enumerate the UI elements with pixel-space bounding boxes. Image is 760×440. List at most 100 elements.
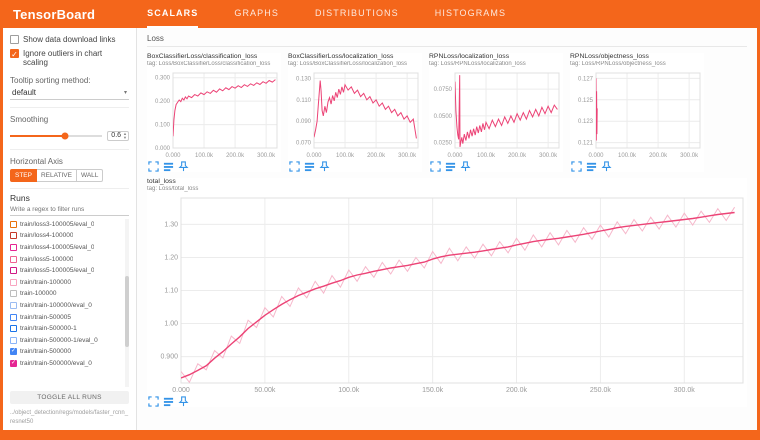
runs-scrollbar-thumb[interactable] bbox=[125, 276, 129, 347]
tooltip-sorting-label: Tooltip sorting method: bbox=[10, 76, 129, 85]
run-row[interactable]: ✓train/train-500000/eval_0 bbox=[10, 358, 123, 370]
run-checkbox-icon[interactable] bbox=[10, 314, 17, 321]
axis-relative-button[interactable]: RELATIVE bbox=[37, 169, 77, 182]
run-row[interactable]: train/loss3-100005/eval_0 bbox=[10, 219, 123, 231]
run-label: train/train-100000 bbox=[20, 279, 71, 286]
ignore-outliers-label: Ignore outliers in chart scaling bbox=[23, 49, 129, 67]
tab-histograms[interactable]: HISTOGRAMS bbox=[435, 0, 506, 28]
chart-runs-menu-icon[interactable] bbox=[445, 161, 456, 172]
run-checkbox-icon[interactable] bbox=[10, 290, 17, 297]
checkbox-unchecked-icon[interactable] bbox=[10, 35, 19, 44]
axis-step-button[interactable]: STEP bbox=[10, 169, 37, 182]
svg-text:0.125: 0.125 bbox=[578, 98, 594, 104]
run-label: train/loss5-100005/eval_0 bbox=[20, 267, 94, 274]
tab-graphs[interactable]: GRAPHS bbox=[234, 0, 279, 28]
smoothing-value: 0.6 bbox=[111, 132, 121, 139]
svg-text:0.070: 0.070 bbox=[296, 141, 312, 147]
chart-plot[interactable]: 0.0700.0900.1100.1300.000100.0k200.0k300… bbox=[288, 69, 422, 159]
run-row[interactable]: train-100000 bbox=[10, 288, 123, 300]
loss-section-header[interactable]: Loss bbox=[147, 32, 747, 47]
run-checkbox-icon[interactable] bbox=[10, 337, 17, 344]
runs-scrollbar[interactable] bbox=[125, 219, 129, 388]
run-row[interactable]: train/train-500000-1/eval_0 bbox=[10, 335, 123, 347]
run-row[interactable]: train/loss5-100005/eval_0 bbox=[10, 265, 123, 277]
svg-text:0.100: 0.100 bbox=[155, 123, 171, 129]
chart-runs-menu-icon[interactable] bbox=[163, 161, 174, 172]
run-label: train/train-500005 bbox=[20, 314, 71, 321]
run-row[interactable]: train/loss4-100005/eval_0 bbox=[10, 242, 123, 254]
run-label: train/loss3-100005/eval_0 bbox=[20, 221, 94, 228]
run-row[interactable]: train/train-100000/eval_0 bbox=[10, 300, 123, 312]
run-checkbox-icon[interactable] bbox=[10, 232, 17, 239]
expand-chart-icon[interactable] bbox=[148, 161, 159, 172]
smoothing-value-box[interactable]: 0.6 ▲ ▼ bbox=[107, 131, 129, 141]
chart-tag: tag: Loss/RPNLoss/objectness_loss bbox=[570, 61, 704, 67]
run-checkbox-icon[interactable] bbox=[10, 325, 17, 332]
checkbox-checked-icon[interactable]: ✓ bbox=[10, 49, 19, 58]
tooltip-sorting-select[interactable]: default ▾ bbox=[10, 87, 129, 100]
expand-chart-icon[interactable] bbox=[289, 161, 300, 172]
run-checkbox-icon[interactable] bbox=[10, 221, 17, 228]
svg-text:150.0k: 150.0k bbox=[422, 387, 444, 394]
run-checkbox-icon[interactable] bbox=[10, 267, 17, 274]
chart-toolbar bbox=[288, 159, 422, 172]
ignore-outliers-checkbox-row[interactable]: ✓ Ignore outliers in chart scaling bbox=[10, 49, 129, 67]
chart-plot[interactable]: 0.02500.05000.07500.000100.0k200.0k300.0… bbox=[429, 69, 563, 159]
chart-tag: tag: Loss/BoxClassifierLoss/classificati… bbox=[147, 61, 281, 67]
run-row[interactable]: train/train-500000-1 bbox=[10, 323, 123, 335]
run-checkbox-icon[interactable]: ✓ bbox=[10, 360, 17, 367]
svg-text:200.0k: 200.0k bbox=[508, 153, 527, 159]
tab-distributions[interactable]: DISTRIBUTIONS bbox=[315, 0, 399, 28]
run-checkbox-icon[interactable] bbox=[10, 256, 17, 263]
run-label: train/train-500000-1/eval_0 bbox=[20, 337, 98, 344]
svg-text:0.090: 0.090 bbox=[296, 119, 312, 125]
pin-chart-icon[interactable] bbox=[178, 161, 189, 172]
tab-scalars[interactable]: SCALARS bbox=[147, 0, 198, 28]
svg-text:100.0k: 100.0k bbox=[336, 153, 355, 159]
spinner-down-icon[interactable]: ▼ bbox=[123, 136, 127, 140]
chart-runs-menu-icon[interactable] bbox=[586, 161, 597, 172]
show-download-links-checkbox-row[interactable]: Show data download links bbox=[10, 35, 129, 44]
run-checkbox-icon[interactable] bbox=[10, 302, 17, 309]
run-row[interactable]: ✓train/train-500000 bbox=[10, 346, 123, 358]
smoothing-slider-thumb[interactable] bbox=[62, 132, 69, 139]
svg-text:0.200: 0.200 bbox=[155, 99, 171, 105]
pin-chart-icon[interactable] bbox=[178, 396, 189, 407]
chart-runs-menu-icon[interactable] bbox=[163, 396, 174, 407]
svg-text:300.0k: 300.0k bbox=[680, 153, 699, 159]
svg-text:1.10: 1.10 bbox=[164, 288, 178, 295]
svg-text:0.000: 0.000 bbox=[306, 153, 322, 159]
pin-chart-icon[interactable] bbox=[601, 161, 612, 172]
run-label: train/train-500000-1 bbox=[20, 325, 77, 332]
run-row[interactable]: train/loss5-100000 bbox=[10, 253, 123, 265]
chart-title: total_loss bbox=[147, 178, 747, 185]
run-checkbox-icon[interactable] bbox=[10, 279, 17, 286]
chart-runs-menu-icon[interactable] bbox=[304, 161, 315, 172]
expand-chart-icon[interactable] bbox=[430, 161, 441, 172]
expand-chart-icon[interactable] bbox=[148, 396, 159, 407]
svg-text:1.30: 1.30 bbox=[164, 221, 178, 228]
svg-text:0.300: 0.300 bbox=[155, 76, 171, 82]
chart-tag: tag: Loss/total_loss bbox=[147, 186, 747, 192]
run-row[interactable]: train/train-500005 bbox=[10, 311, 123, 323]
run-label: train/loss5-100000 bbox=[20, 256, 73, 263]
run-checkbox-icon[interactable] bbox=[10, 244, 17, 251]
chart-plot[interactable]: 0.0000.1000.2000.3000.000100.0k200.0k300… bbox=[147, 69, 281, 159]
chart-toolbar bbox=[147, 159, 281, 172]
axis-wall-button[interactable]: WALL bbox=[77, 169, 103, 182]
horizontal-axis-label: Horizontal Axis bbox=[10, 157, 129, 166]
pin-chart-icon[interactable] bbox=[460, 161, 471, 172]
chart-card: RPNLoss/localization_losstag: Loss/RPNLo… bbox=[429, 53, 563, 172]
run-checkbox-icon[interactable]: ✓ bbox=[10, 348, 17, 355]
pin-chart-icon[interactable] bbox=[319, 161, 330, 172]
chart-plot[interactable]: 0.9001.001.101.201.300.00050.00k100.0k15… bbox=[147, 194, 747, 394]
toggle-all-runs-button[interactable]: TOGGLE ALL RUNS bbox=[10, 391, 129, 404]
chart-plot[interactable]: 0.1210.1230.1250.1270.000100.0k200.0k300… bbox=[570, 69, 704, 159]
run-row[interactable]: train/train-100000 bbox=[10, 277, 123, 289]
svg-text:0.110: 0.110 bbox=[296, 98, 311, 104]
expand-chart-icon[interactable] bbox=[571, 161, 582, 172]
run-row[interactable]: train/loss4-100000 bbox=[10, 230, 123, 242]
runs-filter-input[interactable] bbox=[10, 203, 129, 216]
chart-title: RPNLoss/objectness_loss bbox=[570, 53, 704, 60]
smoothing-slider[interactable] bbox=[10, 135, 102, 137]
